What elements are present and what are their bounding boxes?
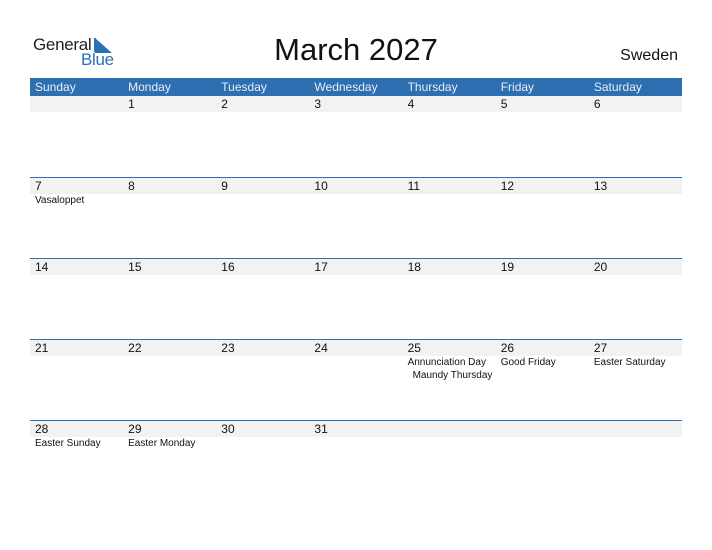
day-events (309, 194, 402, 207)
day-number: 15 (128, 260, 142, 274)
day-number: 27 (593, 341, 608, 355)
day-events (589, 194, 682, 207)
day-number (30, 96, 123, 112)
day-number: 7 (35, 179, 42, 193)
holiday-label: Easter Sunday (35, 438, 101, 449)
day-number: 25 (407, 341, 421, 355)
day-number: 19 (500, 260, 515, 274)
day-number: 12 (500, 179, 515, 193)
weekday-wednesday: Wednesday (314, 80, 378, 94)
weekday-thursday: Thursday (407, 80, 458, 94)
day-number: 1 (128, 97, 135, 111)
day-number: 26 (500, 341, 515, 355)
day-number: 4 (407, 97, 415, 111)
day-events: Easter Sunday (30, 437, 123, 450)
day-events (496, 437, 589, 450)
event-row: Easter Sunday Easter Monday (30, 437, 682, 450)
day-number: 6 (593, 97, 601, 111)
holiday-label: Maundy Thursday (412, 370, 493, 381)
day-events (216, 194, 309, 207)
day-number: 2 (221, 97, 228, 111)
weekday-monday: Monday (128, 80, 171, 94)
day-number (589, 421, 682, 437)
day-number: 23 (221, 341, 235, 355)
day-number: 3 (314, 97, 322, 111)
day-number: 21 (35, 341, 49, 355)
date-number-row: 1 2 3 4 5 6 (30, 96, 682, 112)
day-events (30, 356, 123, 382)
day-number: 17 (314, 260, 328, 274)
day-events (216, 356, 309, 382)
country-label: Sweden (620, 47, 678, 64)
date-number-row: 21 22 23 24 25 26 27 (30, 340, 682, 356)
day-number: 28 (35, 422, 49, 436)
day-number: 20 (593, 260, 608, 274)
day-number: 14 (35, 260, 49, 274)
day-number: 9 (221, 179, 228, 193)
day-number: 24 (314, 341, 328, 355)
day-number: 31 (314, 422, 328, 436)
week-row: 1 2 3 4 5 6 (30, 96, 682, 177)
date-number-row: 7 8 9 10 11 12 13 (30, 178, 682, 194)
day-events: Easter Monday (123, 437, 216, 450)
week-row: 7 8 9 10 11 12 13 Vasaloppet (30, 177, 682, 258)
weekday-friday: Friday (500, 80, 535, 94)
day-events: Good Friday (496, 356, 589, 382)
weekday-saturday: Saturday (593, 80, 642, 94)
holiday-label: Good Friday (500, 357, 556, 368)
day-events (309, 356, 402, 382)
calendar: Sunday Monday Tuesday Wednesday Thursday… (30, 78, 682, 501)
day-number (496, 421, 589, 437)
day-events (403, 194, 496, 207)
event-row: Annunciation Day Maundy Thursday Good Frid… (30, 356, 682, 382)
day-number: 29 (128, 422, 142, 436)
week-row: 28 29 30 31 Easter Sunday Easter Monday (30, 420, 682, 501)
day-number (403, 421, 496, 437)
day-events (589, 437, 682, 450)
weekday-header: Sunday Monday Tuesday Wednesday Thursday… (30, 78, 682, 96)
holiday-label: Annunciation Day (407, 357, 486, 368)
day-events (309, 437, 402, 450)
day-events: Annunciation Day Maundy Thursday (403, 356, 496, 382)
week-row: 14 15 16 17 18 19 20 (30, 258, 682, 339)
day-number: 16 (221, 260, 235, 274)
day-events (403, 437, 496, 450)
day-number: 8 (128, 179, 135, 193)
day-number: 18 (407, 260, 421, 274)
day-events (216, 437, 309, 450)
day-events (496, 194, 589, 207)
day-events (123, 194, 216, 207)
day-number: 11 (407, 179, 421, 193)
day-number: 30 (221, 422, 235, 436)
day-events: Easter Saturday (589, 356, 682, 382)
day-number: 13 (593, 179, 608, 193)
weekday-tuesday: Tuesday (221, 80, 267, 94)
week-row: 21 22 23 24 25 26 27 Annunciation Day Maundy Thu… (30, 339, 682, 420)
holiday-label: Easter Monday (128, 438, 196, 449)
day-number: 22 (128, 341, 142, 355)
day-number: 5 (500, 97, 508, 111)
holiday-label: Vasaloppet (35, 195, 85, 206)
day-events: Vasaloppet (30, 194, 123, 207)
event-row: Vasaloppet (30, 194, 682, 207)
holiday-label: Easter Saturday (593, 357, 666, 368)
weeks-container: 1 2 3 4 5 6 7 8 9 10 11 12 13 Vasaloppet 14 15 16 17 18 19 2… (30, 96, 682, 501)
date-number-row: 14 15 16 17 18 19 20 (30, 259, 682, 275)
weekday-sunday: Sunday (35, 80, 76, 94)
day-events (123, 356, 216, 382)
day-number: 10 (314, 179, 328, 193)
page-title: March 2027 (274, 32, 438, 67)
date-number-row: 28 29 30 31 (30, 421, 682, 437)
